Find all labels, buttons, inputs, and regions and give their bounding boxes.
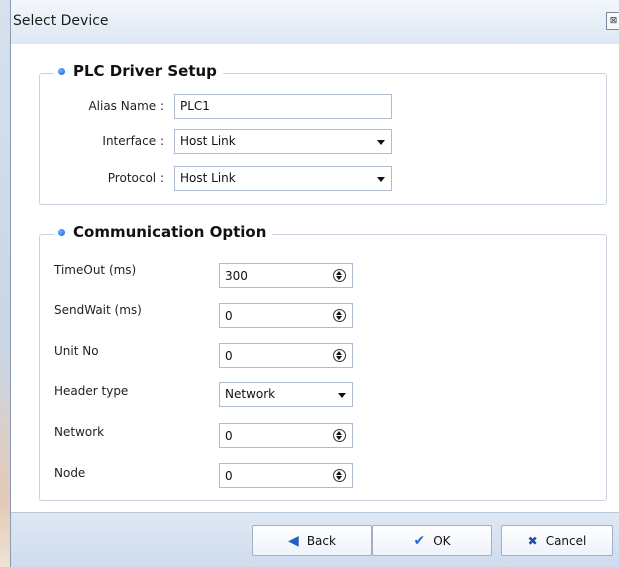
network-value: 0	[225, 429, 233, 443]
dialog-body: PLC Driver Setup Alias Name : PLC1 Inter…	[11, 44, 619, 512]
window-left-edge	[0, 0, 10, 567]
header-type-select[interactable]: Network	[219, 382, 353, 407]
spinner-updown-icon[interactable]	[333, 469, 346, 482]
plc-driver-setup-title: PLC Driver Setup	[73, 62, 217, 80]
timeout-stepper[interactable]: 300	[219, 263, 353, 288]
unit-no-value: 0	[225, 349, 233, 363]
timeout-value: 300	[225, 269, 248, 283]
checkmark-icon: ✔	[413, 532, 426, 549]
node-value: 0	[225, 469, 233, 483]
dialog-footer: ◀ Back ✔ OK ✖ Cancel	[11, 512, 619, 567]
back-button[interactable]: ◀ Back	[252, 525, 372, 556]
network-label: Network	[54, 425, 105, 439]
network-stepper[interactable]: 0	[219, 423, 353, 448]
dropdown-arrow-icon[interactable]	[377, 177, 385, 182]
header-type-selected-value: Network	[225, 387, 276, 401]
spinner-updown-icon[interactable]	[333, 309, 346, 322]
alias-name-label: Alias Name :	[88, 99, 164, 113]
title-bar: Select Device ⊠	[11, 0, 619, 44]
cancel-button-label: Cancel	[545, 533, 587, 548]
plc-driver-setup-group: PLC Driver Setup Alias Name : PLC1 Inter…	[39, 62, 607, 205]
protocol-select[interactable]: Host Link	[174, 166, 392, 191]
sendwait-value: 0	[225, 309, 233, 323]
left-arrow-icon: ◀	[288, 532, 299, 549]
spinner-updown-icon[interactable]	[333, 269, 346, 282]
back-button-label: Back	[306, 533, 336, 548]
communication-option-heading: Communication Option	[54, 223, 273, 241]
close-icon[interactable]: ⊠	[606, 12, 619, 30]
x-icon: ✖	[527, 533, 538, 548]
node-label: Node	[54, 466, 86, 480]
sendwait-label: SendWait (ms)	[54, 303, 142, 317]
select-device-dialog: Select Device ⊠ PLC Driver Setup Alias N…	[10, 0, 619, 567]
node-stepper[interactable]: 0	[219, 463, 353, 488]
communication-option-group: Communication Option TimeOut (ms) 300 Se…	[39, 223, 607, 501]
alias-name-input[interactable]: PLC1	[174, 94, 392, 119]
protocol-selected-value: Host Link	[180, 171, 236, 185]
window-title: Select Device	[13, 13, 109, 29]
dropdown-arrow-icon[interactable]	[377, 140, 385, 145]
spinner-updown-icon[interactable]	[333, 349, 346, 362]
cancel-button[interactable]: ✖ Cancel	[501, 525, 613, 556]
communication-option-title: Communication Option	[73, 223, 267, 241]
spinner-updown-icon[interactable]	[333, 429, 346, 442]
protocol-label: Protocol :	[107, 171, 164, 185]
plc-driver-setup-heading: PLC Driver Setup	[54, 62, 223, 80]
unit-no-stepper[interactable]: 0	[219, 343, 353, 368]
interface-selected-value: Host Link	[180, 134, 236, 148]
dropdown-arrow-icon[interactable]	[338, 393, 346, 398]
header-type-label: Header type	[54, 384, 129, 398]
unit-no-label: Unit No	[54, 344, 99, 358]
ok-button[interactable]: ✔ OK	[372, 525, 492, 556]
ok-button-label: OK	[433, 533, 451, 548]
sendwait-stepper[interactable]: 0	[219, 303, 353, 328]
bullet-dot-icon	[58, 67, 65, 75]
interface-select[interactable]: Host Link	[174, 129, 392, 154]
interface-label: Interface :	[102, 134, 164, 148]
timeout-label: TimeOut (ms)	[54, 263, 137, 277]
bullet-dot-icon	[58, 228, 65, 236]
